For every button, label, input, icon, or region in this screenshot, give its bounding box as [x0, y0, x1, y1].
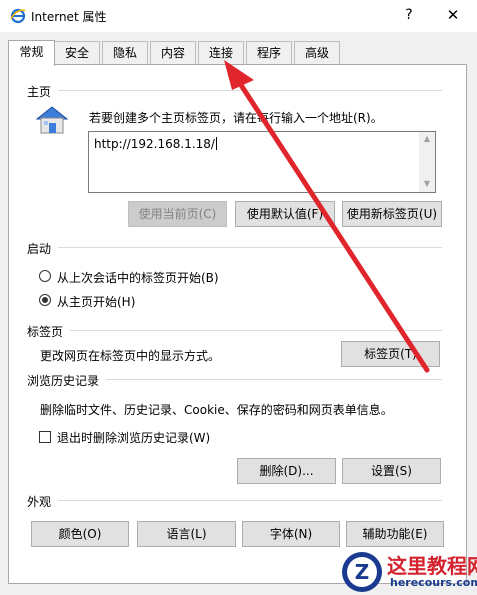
tab-content[interactable]: 内容	[150, 41, 196, 64]
tabs-settings-button[interactable]: 标签页(T)	[341, 341, 440, 367]
watermark-url: herecours.com	[390, 576, 477, 589]
title-bar: Internet 属性 ? ✕	[0, 0, 477, 32]
tab-advanced[interactable]: 高级	[294, 41, 340, 64]
delete-on-exit-label[interactable]: 退出时删除浏览历史记录(W)	[57, 429, 210, 446]
startup-homepage-label[interactable]: 从主页开始(H)	[57, 293, 135, 310]
tab-security[interactable]: 安全	[54, 41, 100, 64]
colors-button[interactable]: 颜色(O)	[31, 521, 129, 547]
startup-homepage-radio[interactable]	[39, 294, 51, 306]
history-separator	[106, 379, 442, 380]
accessibility-button[interactable]: 辅助功能(E)	[346, 521, 444, 547]
tab-general[interactable]: 常规	[8, 40, 55, 66]
startup-separator	[58, 247, 442, 248]
homepage-url-value: http://192.168.1.18/	[94, 137, 215, 151]
startup-last-session-radio[interactable]	[39, 270, 51, 282]
scroll-up-arrow-icon[interactable]: ▲	[419, 134, 435, 143]
startup-last-session-label[interactable]: 从上次会话中的标签页开始(B)	[57, 269, 219, 286]
delete-history-button[interactable]: 删除(D)...	[237, 458, 336, 484]
svg-text:Z: Z	[355, 560, 370, 584]
text-caret	[215, 137, 217, 150]
tab-programs[interactable]: 程序	[246, 41, 292, 64]
textarea-scrollbar[interactable]: ▲ ▼	[419, 132, 435, 192]
homepage-group-label: 主页	[27, 85, 52, 99]
homepage-description: 若要创建多个主页标签页，请在每行输入一个地址(R)。	[89, 111, 383, 125]
history-description: 删除临时文件、历史记录、Cookie、保存的密码和网页表单信息。	[40, 403, 393, 417]
fonts-button[interactable]: 字体(N)	[242, 521, 340, 547]
scroll-down-arrow-icon[interactable]: ▼	[419, 179, 435, 188]
tabs-separator	[70, 330, 442, 331]
window-title: Internet 属性	[31, 10, 107, 24]
home-icon	[35, 106, 69, 134]
appearance-separator	[58, 500, 442, 501]
internet-explorer-icon	[10, 8, 26, 24]
homepage-separator	[58, 90, 442, 91]
tab-privacy[interactable]: 隐私	[102, 41, 148, 64]
startup-group-label: 启动	[27, 242, 52, 256]
close-button[interactable]: ✕	[433, 2, 473, 28]
watermark-title: 这里教程网	[387, 554, 477, 578]
tab-connections[interactable]: 连接	[198, 41, 244, 64]
use-default-button[interactable]: 使用默认值(F)	[235, 201, 335, 227]
use-new-tab-button[interactable]: 使用新标签页(U)	[342, 201, 442, 227]
history-group-label: 浏览历史记录	[27, 374, 100, 388]
tabs-description: 更改网页在标签页中的显示方式。	[40, 349, 221, 363]
tabs-group-label: 标签页	[27, 325, 64, 339]
help-button[interactable]: ?	[389, 2, 429, 28]
appearance-group-label: 外观	[27, 495, 52, 509]
history-settings-button[interactable]: 设置(S)	[342, 458, 441, 484]
homepage-url-textarea[interactable]: http://192.168.1.18/ ▲ ▼	[88, 131, 436, 193]
delete-on-exit-checkbox[interactable]	[39, 431, 51, 443]
languages-button[interactable]: 语言(L)	[137, 521, 236, 547]
use-current-page-button[interactable]: 使用当前页(C)	[128, 201, 227, 227]
